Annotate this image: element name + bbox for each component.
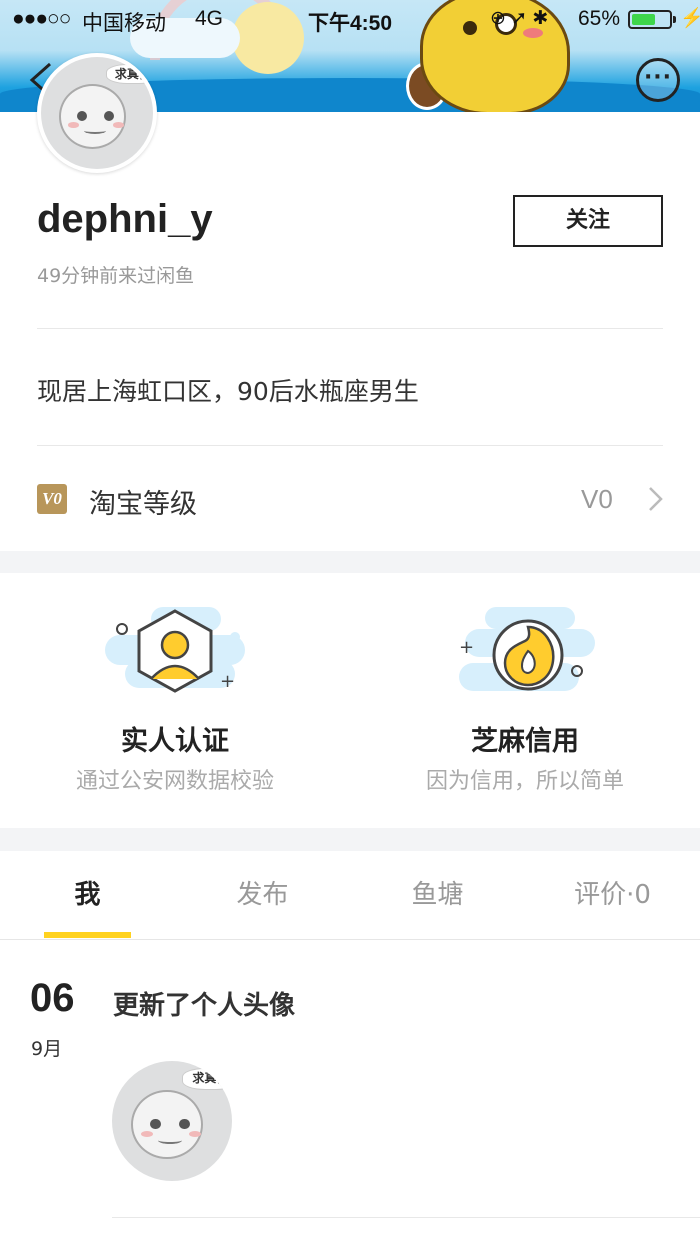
tab-me[interactable]: 我 — [0, 851, 175, 940]
feed-date-day: 06 — [30, 976, 75, 1020]
tab-reviews[interactable]: 评价·0 — [525, 851, 700, 940]
more-options-button[interactable]: ··· — [636, 58, 680, 102]
username: dephni_y — [37, 197, 213, 241]
level-badge-icon: V0 — [37, 484, 67, 514]
card-title: 芝麻信用 — [471, 726, 579, 757]
follow-button[interactable]: 关注 — [513, 195, 663, 247]
bio-text: 现居上海虹口区，90后水瓶座男生 — [37, 377, 419, 406]
level-label: 淘宝等级 — [89, 489, 197, 520]
identity-verified-icon: + — [105, 607, 245, 693]
chevron-right-icon — [649, 487, 663, 511]
status-bar: ●●●○○ 中国移动 4G 下午4:50 ⊕ ➚ ✱ 65% ⚡ — [0, 0, 700, 40]
active-tab-indicator — [44, 932, 131, 938]
tab-posts[interactable]: 发布 — [175, 851, 350, 940]
avatar-bubble-text: 求真像 — [181, 1068, 232, 1090]
status-icons: ⊕ ➚ ✱ — [490, 8, 549, 29]
sesame-credit-icon: + — [459, 607, 595, 691]
card-title: 实人认证 — [121, 726, 229, 757]
svg-text:+: + — [220, 671, 235, 692]
charging-icon: ⚡ — [680, 8, 700, 29]
level-value: V0 — [581, 484, 613, 514]
real-name-verification-card[interactable]: + 实人认证 通过公安网数据校验 — [0, 595, 350, 825]
divider — [37, 445, 663, 446]
feed-date-month: 9月 — [31, 1038, 63, 1060]
card-subtitle: 因为信用，所以简单 — [425, 769, 624, 794]
last-seen-text: 49分钟前来过闲鱼 — [37, 265, 195, 287]
tab-fish-pond[interactable]: 鱼塘 — [350, 851, 525, 940]
battery-percent: 65% — [578, 7, 621, 30]
section-gap — [0, 828, 700, 851]
taobao-level-row[interactable]: V0 淘宝等级 V0 — [0, 447, 700, 551]
feed-item-text: 更新了个人头像 — [113, 991, 296, 1021]
divider — [37, 328, 663, 329]
battery-icon — [628, 10, 676, 29]
feed-avatar-image[interactable]: 求真像 — [112, 1061, 232, 1181]
sesame-credit-card[interactable]: + 芝麻信用 因为信用，所以简单 — [350, 595, 700, 825]
profile-tabs: 我 发布 鱼塘 评价·0 — [0, 851, 700, 940]
section-gap — [0, 551, 700, 573]
avatar-bubble-text: 求真像 — [105, 63, 153, 84]
divider — [112, 1217, 700, 1218]
card-subtitle: 通过公安网数据校验 — [75, 769, 274, 794]
profile-avatar[interactable]: 求真像 — [37, 53, 157, 173]
svg-text:+: + — [459, 637, 474, 658]
ellipsis-icon: ··· — [643, 65, 673, 90]
